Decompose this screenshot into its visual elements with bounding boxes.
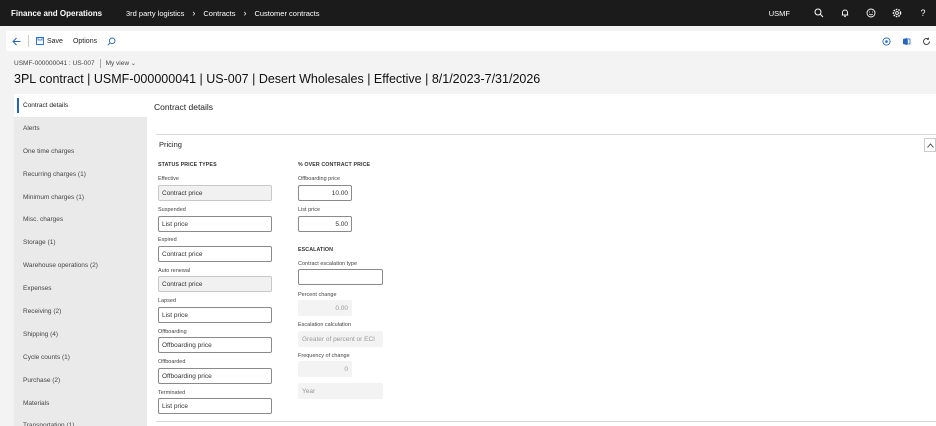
- field-label: Terminated: [158, 390, 186, 396]
- app-bar: Finance and Operations 3rd party logisti…: [0, 0, 936, 26]
- attachments-icon[interactable]: [876, 36, 896, 46]
- gear-icon[interactable]: [884, 0, 910, 26]
- tab-minimum-charges[interactable]: Minimum charges (1): [14, 186, 147, 209]
- field-label: Contract escalation type: [298, 261, 358, 267]
- refresh-icon[interactable]: [916, 37, 936, 46]
- back-arrow-icon[interactable]: [6, 31, 26, 51]
- status-price-types-heading: STATUS PRICE TYPES: [158, 162, 217, 168]
- offboarding-price-field[interactable]: Offboarding price: [158, 337, 272, 353]
- field-label: Frequency of change: [298, 353, 350, 359]
- offboarded-price-field[interactable]: Offboarding price: [158, 368, 272, 384]
- frequency-input[interactable]: 0: [298, 361, 352, 377]
- pct-over-contract-heading: % OVER CONTRACT PRICE: [298, 162, 371, 168]
- breadcrumb-item[interactable]: Contracts: [203, 9, 235, 18]
- app-title[interactable]: Finance and Operations: [0, 9, 126, 18]
- divider: [99, 59, 101, 68]
- chevron-right-icon: ›: [192, 7, 196, 18]
- smiley-icon[interactable]: [858, 0, 884, 26]
- options-button[interactable]: Options: [68, 31, 102, 51]
- record-id: USMF-000000041 : US-007: [14, 60, 95, 67]
- search-icon[interactable]: [806, 0, 832, 26]
- section-title: Contract details: [154, 102, 214, 112]
- field-label: Effective: [158, 176, 179, 182]
- chevron-up-icon[interactable]: [924, 138, 936, 152]
- help-icon[interactable]: ?: [910, 0, 936, 26]
- field-label: Escalation calculation: [298, 322, 351, 328]
- lapsed-price-field[interactable]: List price: [158, 307, 272, 323]
- tab-misc-charges[interactable]: Misc. charges: [14, 208, 147, 231]
- offboarding-pct-input[interactable]: 10.00: [298, 185, 352, 201]
- tab-recurring-charges[interactable]: Recurring charges (1): [14, 163, 147, 186]
- escalation-heading: ESCALATION: [298, 247, 334, 253]
- chevron-down-icon: ⌄: [130, 61, 136, 67]
- vertical-tab-list: Contract details Alerts One time charges…: [14, 94, 147, 426]
- escalation-type-select[interactable]: [298, 269, 383, 285]
- record-subheader: USMF-000000041 : US-007 My view ⌄: [14, 59, 136, 68]
- percent-change-input[interactable]: 0.00: [298, 300, 352, 316]
- action-pane: Save Options: [6, 31, 936, 51]
- tab-materials[interactable]: Materials: [14, 392, 147, 415]
- view-selector[interactable]: My view ⌄: [106, 60, 136, 67]
- bell-icon[interactable]: [832, 0, 858, 26]
- breadcrumb-item[interactable]: Customer contracts: [254, 9, 319, 18]
- auto-renewal-price-field[interactable]: Contract price: [158, 276, 272, 292]
- escalation-calculation-select[interactable]: Greater of percent or ECI: [298, 331, 383, 347]
- field-label: Expired: [158, 237, 177, 243]
- field-label: Offboarded: [158, 359, 186, 365]
- tab-shipping[interactable]: Shipping (4): [14, 323, 147, 346]
- field-label: Percent change: [298, 292, 337, 298]
- suspended-price-field[interactable]: List price: [158, 216, 272, 232]
- tab-storage[interactable]: Storage (1): [14, 231, 147, 254]
- breadcrumb: 3rd party logistics › Contracts › Custom…: [126, 7, 320, 18]
- field-label: Offboarding price: [298, 176, 341, 182]
- field-label: Offboarding: [158, 329, 187, 335]
- chevron-right-icon: ›: [243, 7, 247, 18]
- tab-contract-details[interactable]: Contract details: [14, 94, 147, 117]
- field-label: List price: [298, 207, 321, 213]
- field-label: Suspended: [158, 207, 186, 213]
- pricing-fasttab-header[interactable]: Pricing: [156, 134, 936, 154]
- company-picker[interactable]: USMF: [769, 9, 790, 18]
- tab-warehouse-operations[interactable]: Warehouse operations (2): [14, 254, 147, 277]
- divider: [156, 421, 936, 422]
- view-label: My view: [105, 60, 130, 67]
- tab-expenses[interactable]: Expenses: [14, 277, 147, 300]
- tab-receiving[interactable]: Receiving (2): [14, 300, 147, 323]
- divider: [28, 35, 29, 47]
- save-button[interactable]: Save: [31, 31, 68, 51]
- contract-details-panel: Contract details Pricing STATUS PRICE TY…: [147, 94, 936, 426]
- save-icon: [36, 37, 44, 45]
- effective-price-field[interactable]: Contract price: [158, 185, 272, 201]
- field-label: Auto renewal: [158, 268, 191, 274]
- breadcrumb-item[interactable]: 3rd party logistics: [126, 9, 184, 18]
- terminated-price-field[interactable]: List price: [158, 398, 272, 414]
- tab-cycle-counts[interactable]: Cycle counts (1): [14, 346, 147, 369]
- search-icon[interactable]: [102, 31, 121, 51]
- fasttab-label: Pricing: [159, 140, 182, 149]
- tab-purchase[interactable]: Purchase (2): [14, 369, 147, 392]
- list-price-pct-input[interactable]: 5.00: [298, 216, 352, 232]
- page-title: 3PL contract | USMF-000000041 | US-007 |…: [14, 72, 541, 86]
- tab-alerts[interactable]: Alerts: [14, 117, 147, 140]
- office-icon[interactable]: [896, 37, 916, 46]
- tab-transportation[interactable]: Transportation (1): [14, 414, 147, 426]
- save-label: Save: [47, 37, 63, 45]
- frequency-unit-select[interactable]: Year: [298, 383, 383, 399]
- field-label: Lapsed: [158, 298, 177, 304]
- tab-one-time-charges[interactable]: One time charges: [14, 140, 147, 163]
- expired-price-field[interactable]: Contract price: [158, 246, 272, 262]
